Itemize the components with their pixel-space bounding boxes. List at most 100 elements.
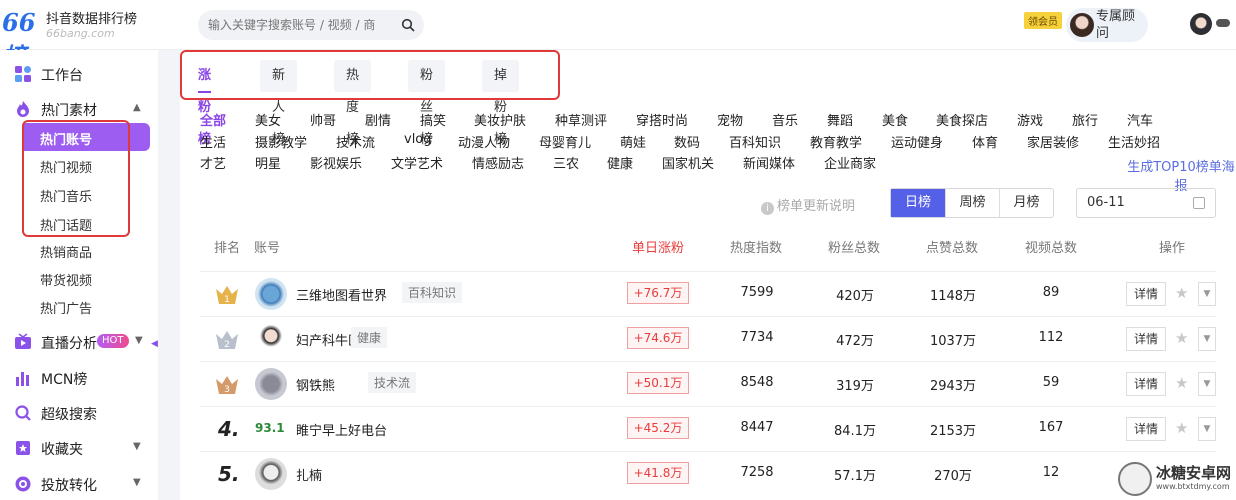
category-item[interactable]: 三农: [553, 153, 579, 172]
column-videos[interactable]: 视频总数: [1025, 237, 1077, 256]
period-daily[interactable]: 日榜: [891, 189, 945, 217]
account-avatar[interactable]: [255, 323, 287, 355]
account-name[interactable]: 睢宁早上好电台: [296, 420, 387, 439]
category-item[interactable]: 才艺: [200, 153, 226, 172]
sidebar-sub-hot-products[interactable]: 热销商品: [24, 236, 150, 264]
chevron-down-icon[interactable]: ▼: [1198, 372, 1216, 396]
category-item[interactable]: 帅哥: [310, 110, 336, 129]
sidebar-item-ad-conversion[interactable]: 投放转化 ▼: [0, 469, 158, 499]
collapse-sidebar-icon[interactable]: ◀: [151, 339, 158, 349]
category-item[interactable]: 宠物: [717, 110, 743, 129]
column-heat[interactable]: 热度指数: [730, 237, 782, 256]
category-item[interactable]: 美女: [255, 110, 281, 129]
category-item[interactable]: 文学艺术: [391, 153, 443, 172]
star-icon[interactable]: ★: [1175, 284, 1188, 302]
table-row[interactable]: 4. 93.1 睢宁早上好电台 +45.2万 8447 84.1万 2153万 167 详情 ★ ▼: [200, 406, 1216, 451]
chevron-down-icon[interactable]: ▼: [1198, 327, 1216, 351]
account-avatar[interactable]: [255, 368, 287, 400]
search-box[interactable]: [198, 10, 424, 40]
category-item[interactable]: 美妆护肤: [474, 110, 526, 129]
column-daily-rise[interactable]: 单日涨粉: [632, 237, 684, 256]
category-item[interactable]: 百科知识: [729, 132, 781, 151]
table-row[interactable]: 2 妇产科牛医生 健康 +74.6万 7734 472万 1037万 112 详情 ★ ▼: [200, 316, 1216, 361]
category-item[interactable]: 家居装修: [1027, 132, 1079, 151]
chevron-up-icon[interactable]: ▲: [133, 102, 141, 113]
advisor-button[interactable]: 专属顾问: [1066, 8, 1148, 42]
category-item[interactable]: 全部: [200, 110, 226, 129]
user-menu-icon[interactable]: [1216, 19, 1230, 27]
category-item[interactable]: 数码: [674, 132, 700, 151]
category-item[interactable]: 教育教学: [810, 132, 862, 151]
chevron-down-icon[interactable]: ▼: [135, 335, 143, 346]
search-input[interactable]: [208, 16, 394, 34]
category-item[interactable]: 动漫人物: [458, 132, 510, 151]
category-item[interactable]: 美食探店: [936, 110, 988, 129]
sidebar-item-favorites[interactable]: 收藏夹 ▼: [0, 433, 158, 463]
account-name[interactable]: 扎楠: [296, 465, 322, 484]
chevron-down-icon[interactable]: ▼: [133, 441, 141, 452]
category-item[interactable]: 汽车: [1127, 110, 1153, 129]
column-likes[interactable]: 点赞总数: [926, 237, 978, 256]
category-item[interactable]: 母婴育儿: [539, 132, 591, 151]
table-row[interactable]: 3 钢铁熊 技术流 +50.1万 8548 319万 2943万 59 详情 ★ ▼: [200, 361, 1216, 406]
detail-button[interactable]: 详情: [1126, 327, 1166, 351]
sidebar-sub-sales-videos[interactable]: 带货视频: [24, 264, 150, 292]
category-item[interactable]: 舞蹈: [827, 110, 853, 129]
vip-badge[interactable]: 领会员: [1024, 12, 1062, 29]
column-fans[interactable]: 粉丝总数: [828, 237, 880, 256]
category-item[interactable]: 运动健身: [891, 132, 943, 151]
period-weekly[interactable]: 周榜: [945, 189, 999, 217]
category-item[interactable]: 生活: [200, 132, 226, 151]
table-row[interactable]: 1 三维地图看世界 百科知识 +76.7万 7599 420万 1148万 89 详情 ★ ▼: [200, 271, 1216, 316]
account-avatar[interactable]: [255, 458, 287, 490]
category-item[interactable]: 搞笑: [420, 110, 446, 129]
date-picker[interactable]: 06-11: [1076, 188, 1216, 218]
account-avatar[interactable]: [255, 278, 287, 310]
category-item[interactable]: 萌娃: [620, 132, 646, 151]
period-monthly[interactable]: 月榜: [999, 189, 1053, 217]
daily-rise: +50.1万: [627, 372, 689, 394]
star-icon[interactable]: ★: [1175, 329, 1188, 347]
category-item[interactable]: 体育: [972, 132, 998, 151]
category-item[interactable]: 种草测评: [555, 110, 607, 129]
category-item[interactable]: 企业商家: [824, 153, 876, 172]
daily-rise: +45.2万: [627, 417, 689, 439]
category-item[interactable]: 游戏: [1017, 110, 1043, 129]
category-item[interactable]: 技术流: [336, 132, 375, 151]
sidebar-item-super-search[interactable]: 超级搜索: [0, 398, 158, 428]
category-item[interactable]: 摄影教学: [255, 132, 307, 151]
category-item[interactable]: 明星: [255, 153, 281, 172]
star-icon[interactable]: ★: [1175, 419, 1188, 437]
category-item[interactable]: vlog: [404, 132, 432, 147]
sidebar-item-workbench[interactable]: 工作台: [0, 59, 158, 89]
account-avatar[interactable]: 93.1: [255, 413, 287, 445]
sidebar-sub-hot-ads[interactable]: 热门广告: [24, 292, 150, 320]
detail-button[interactable]: 详情: [1126, 417, 1166, 441]
account-name[interactable]: 钢铁熊: [296, 375, 335, 394]
chevron-down-icon[interactable]: ▼: [133, 477, 141, 488]
table-row[interactable]: 5. 扎楠 +41.8万 7258 57.1万 270万 12: [200, 451, 1216, 496]
category-item[interactable]: 健康: [607, 153, 633, 172]
detail-button[interactable]: 详情: [1126, 372, 1166, 396]
site-logo[interactable]: 66榜: [2, 8, 42, 71]
chevron-down-icon[interactable]: ▼: [1198, 417, 1216, 441]
category-item[interactable]: 国家机关: [662, 153, 714, 172]
category-item[interactable]: 生活妙招: [1108, 132, 1160, 151]
user-avatar[interactable]: [1190, 13, 1212, 35]
category-item[interactable]: 美食: [882, 110, 908, 129]
category-item[interactable]: 影视娱乐: [310, 153, 362, 172]
category-item[interactable]: 剧情: [365, 110, 391, 129]
account-name[interactable]: 三维地图看世界: [296, 285, 387, 304]
category-item[interactable]: 旅行: [1072, 110, 1098, 129]
category-item[interactable]: 音乐: [772, 110, 798, 129]
chevron-down-icon[interactable]: ▼: [1198, 282, 1216, 306]
sidebar-item-mcn[interactable]: MCN榜: [0, 363, 158, 393]
category-item[interactable]: 情感励志: [472, 153, 524, 172]
category-item[interactable]: 新闻媒体: [743, 153, 795, 172]
category-item[interactable]: 穿搭时尚: [636, 110, 688, 129]
star-icon[interactable]: ★: [1175, 374, 1188, 392]
search-icon[interactable]: [401, 18, 415, 32]
update-note[interactable]: i 榜单更新说明: [761, 195, 855, 215]
detail-button[interactable]: 详情: [1126, 282, 1166, 306]
sidebar-item-live-analysis[interactable]: 直播分析 HOT ▼: [0, 327, 158, 357]
